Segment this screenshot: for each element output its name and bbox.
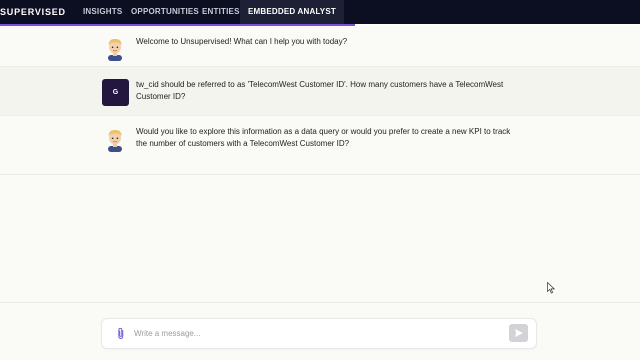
paperclip-icon[interactable] xyxy=(116,327,126,340)
send-button[interactable] xyxy=(509,324,528,342)
brand-logo[interactable]: SUPERVISED xyxy=(0,0,66,24)
assistant-avatar-icon xyxy=(102,126,128,152)
tab-entities[interactable]: ENTITIES xyxy=(202,0,240,24)
composer-divider xyxy=(0,302,640,303)
mouse-cursor-icon xyxy=(547,281,556,294)
message-composer xyxy=(102,319,536,348)
top-nav-bar: SUPERVISED INSIGHTS OPPORTUNITIES ENTITI… xyxy=(0,0,640,24)
message-row-assistant: Would you like to explore this informati… xyxy=(0,116,640,175)
message-row-user: G tw_cid should be referred to as 'Telec… xyxy=(0,67,640,116)
send-icon xyxy=(514,329,523,337)
message-row-assistant: Welcome to Unsupervised! What can I help… xyxy=(0,26,640,67)
user-avatar: G xyxy=(102,79,129,106)
tab-embedded-analyst[interactable]: EMBEDDED ANALYST xyxy=(240,0,344,24)
message-input[interactable] xyxy=(134,325,494,342)
tab-opportunities[interactable]: OPPORTUNITIES xyxy=(131,0,199,24)
tab-insights[interactable]: INSIGHTS xyxy=(83,0,122,24)
message-text: Would you like to explore this informati… xyxy=(136,127,511,148)
assistant-avatar-icon xyxy=(102,35,128,61)
message-text: tw_cid should be referred to as 'Telecom… xyxy=(136,80,504,101)
message-text: Welcome to Unsupervised! What can I help… xyxy=(136,37,348,46)
